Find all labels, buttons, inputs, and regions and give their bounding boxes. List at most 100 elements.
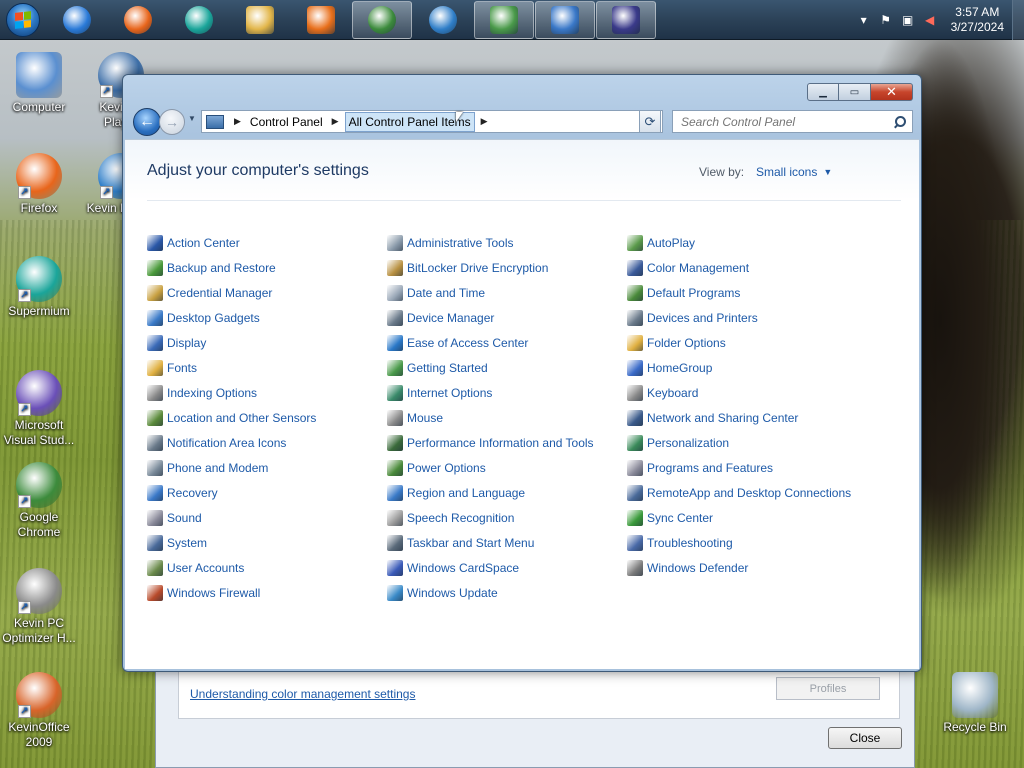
control-panel-item[interactable]: Troubleshooting	[627, 530, 867, 555]
taskbar-button-chrome[interactable]	[352, 0, 412, 39]
tray-expand-icon[interactable]: ▾	[857, 13, 871, 27]
control-panel-column: Administrative Tools BitLocker Drive Encr…	[387, 230, 627, 605]
desktop-icon[interactable]: Computer	[0, 52, 78, 115]
breadcrumb-separator-icon[interactable]: ▶	[332, 116, 339, 127]
control-panel-item[interactable]: Action Center	[147, 230, 387, 255]
taskbar-button-download[interactable]	[474, 0, 534, 39]
breadcrumb-separator-icon[interactable]: ▶	[481, 116, 488, 127]
control-panel-item[interactable]: Location and Other Sensors	[147, 405, 387, 430]
item-icon	[627, 484, 643, 501]
refresh-button[interactable]: ⟳	[639, 110, 661, 133]
close-button[interactable]: Close	[828, 727, 902, 749]
control-panel-item[interactable]: Desktop Gadgets	[147, 305, 387, 330]
desktop-app-icon: ↗	[16, 568, 62, 614]
control-panel-item[interactable]: Sound	[147, 505, 387, 530]
item-icon	[627, 534, 643, 551]
desktop-icon[interactable]: ↗ Firefox	[0, 153, 78, 216]
back-button[interactable]: ←	[133, 108, 161, 136]
address-bar[interactable]: ▶ Control Panel ▶ All Control Panel Item…	[201, 110, 663, 133]
control-panel-item[interactable]: Recovery	[147, 480, 387, 505]
network-icon[interactable]: ▣	[901, 13, 915, 27]
control-panel-item[interactable]: Devices and Printers	[627, 305, 867, 330]
control-panel-item[interactable]: Getting Started	[387, 355, 627, 380]
search-input[interactable]	[681, 114, 891, 129]
taskbar-button-globe[interactable]	[413, 1, 473, 39]
control-panel-item[interactable]: Backup and Restore	[147, 255, 387, 280]
taskbar-button-ie[interactable]	[47, 1, 107, 39]
desktop-icon[interactable]: ↗ Microsoft Visual Stud...	[0, 370, 78, 448]
taskbar-button-media[interactable]	[291, 1, 351, 39]
control-panel-item[interactable]: Windows CardSpace	[387, 555, 627, 580]
control-panel-item[interactable]: Region and Language	[387, 480, 627, 505]
control-panel-item[interactable]: Personalization	[627, 430, 867, 455]
color-management-help-link[interactable]: Understanding color management settings	[190, 687, 415, 701]
control-panel-item[interactable]: HomeGroup	[627, 355, 867, 380]
control-panel-item[interactable]: User Accounts	[147, 555, 387, 580]
display-icon	[612, 5, 640, 34]
control-panel-item[interactable]: Administrative Tools	[387, 230, 627, 255]
breadcrumb-control-panel[interactable]: Control Panel	[247, 113, 326, 131]
desktop-icon[interactable]: ↗ Google Chrome	[0, 462, 78, 540]
control-panel-item[interactable]: Fonts	[147, 355, 387, 380]
control-panel-item[interactable]: Keyboard	[627, 380, 867, 405]
volume-muted-icon[interactable]: ◀	[923, 13, 937, 27]
control-panel-item[interactable]: Ease of Access Center	[387, 330, 627, 355]
taskbar-button-explorer[interactable]	[230, 1, 290, 39]
control-panel-item[interactable]: Phone and Modem	[147, 455, 387, 480]
taskbar-button-supermium[interactable]	[169, 1, 229, 39]
control-panel-item[interactable]: Internet Options	[387, 380, 627, 405]
taskbar-button-control-panel[interactable]	[535, 0, 595, 39]
chevron-down-icon: ▼	[823, 167, 833, 177]
control-panel-item[interactable]: Color Management	[627, 255, 867, 280]
control-panel-item[interactable]: Date and Time	[387, 280, 627, 305]
breadcrumb-separator-icon[interactable]: ▶	[234, 116, 241, 127]
item-icon	[387, 384, 403, 401]
desktop-icon[interactable]: ↗ KevinOffice 2009	[0, 672, 78, 750]
control-panel-item[interactable]: Folder Options	[627, 330, 867, 355]
control-panel-item[interactable]: Programs and Features	[627, 455, 867, 480]
desktop-icon[interactable]: Recycle Bin	[936, 672, 1014, 735]
control-panel-item[interactable]: Notification Area Icons	[147, 430, 387, 455]
search-icon[interactable]	[894, 115, 906, 128]
desktop-icon[interactable]: ↗ Kevin PC Optimizer H...	[0, 568, 78, 646]
control-panel-item[interactable]: Default Programs	[627, 280, 867, 305]
control-panel-item[interactable]: Performance Information and Tools	[387, 430, 627, 455]
control-panel-item[interactable]: Credential Manager	[147, 280, 387, 305]
taskbar-button-firefox[interactable]	[108, 1, 168, 39]
taskbar-button-display[interactable]	[596, 0, 656, 39]
item-icon	[147, 259, 163, 276]
history-dropdown-icon[interactable]: ▼	[188, 114, 198, 128]
close-window-button[interactable]: ✕	[871, 83, 913, 101]
profiles-button[interactable]: Profiles	[776, 677, 880, 700]
control-panel-item[interactable]: Display	[147, 330, 387, 355]
control-panel-item[interactable]: Windows Update	[387, 580, 627, 605]
forward-button[interactable]: →	[159, 109, 185, 135]
search-box[interactable]	[672, 110, 913, 133]
control-panel-item[interactable]: BitLocker Drive Encryption	[387, 255, 627, 280]
control-panel-item[interactable]: Sync Center	[627, 505, 867, 530]
desktop-icon-label: Firefox	[20, 201, 58, 215]
control-panel-item[interactable]: Device Manager	[387, 305, 627, 330]
view-by-dropdown[interactable]: Small icons ▼	[756, 165, 832, 179]
clock[interactable]: 3:57 AM 3/27/2024	[951, 5, 1004, 35]
control-panel-item[interactable]: Power Options	[387, 455, 627, 480]
control-panel-item[interactable]: Indexing Options	[147, 380, 387, 405]
control-panel-item[interactable]: Taskbar and Start Menu	[387, 530, 627, 555]
control-panel-window: ▁ ▭ ✕ ← → ▼ ▶ Control Panel ▶ All Contro…	[122, 74, 922, 672]
control-panel-item[interactable]: Mouse	[387, 405, 627, 430]
show-desktop-button[interactable]	[1012, 0, 1024, 40]
item-label: Windows Defender	[647, 560, 749, 575]
control-panel-item[interactable]: Windows Firewall	[147, 580, 387, 605]
action-center-flag-icon[interactable]: ⚑	[879, 13, 893, 27]
minimize-button[interactable]: ▁	[807, 83, 839, 101]
control-panel-item[interactable]: Network and Sharing Center	[627, 405, 867, 430]
item-icon	[627, 359, 643, 376]
control-panel-item[interactable]: Windows Defender	[627, 555, 867, 580]
control-panel-item[interactable]: RemoteApp and Desktop Connections	[627, 480, 867, 505]
control-panel-item[interactable]: System	[147, 530, 387, 555]
start-button[interactable]	[0, 0, 46, 40]
control-panel-item[interactable]: AutoPlay	[627, 230, 867, 255]
maximize-button[interactable]: ▭	[839, 83, 871, 101]
control-panel-item[interactable]: Speech Recognition	[387, 505, 627, 530]
desktop-icon[interactable]: ↗ Supermium	[0, 256, 78, 319]
